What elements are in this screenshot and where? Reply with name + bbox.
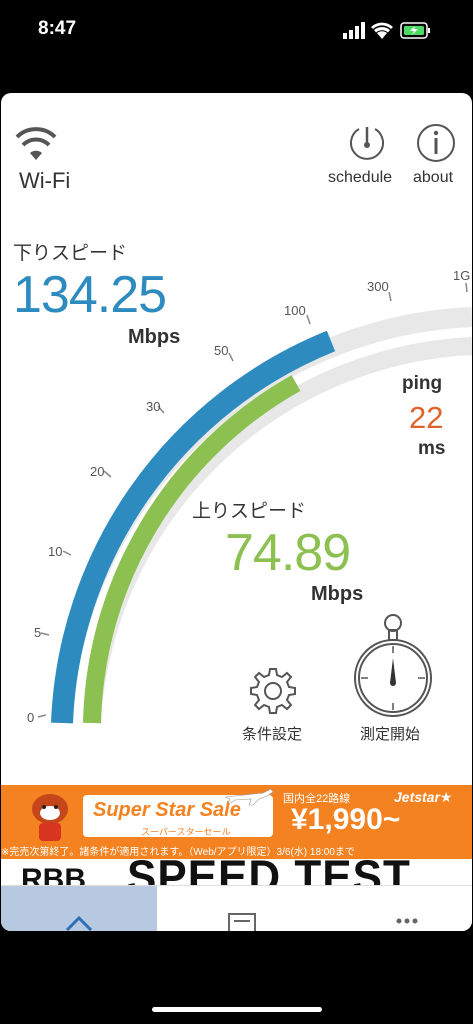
tab-history[interactable] xyxy=(201,886,281,931)
gauge-tick-label: 300 xyxy=(367,279,389,294)
gauge-tick-label: 10 xyxy=(48,544,63,559)
ad-brand: Jetstar★ xyxy=(394,789,453,805)
gauge-tick-label: 0 xyxy=(27,710,35,725)
tab-more[interactable] xyxy=(371,886,451,931)
ping-unit: ms xyxy=(418,438,446,459)
timer-icon xyxy=(350,127,384,160)
download-speed-value: 134.25 xyxy=(13,266,167,324)
ad-price: ¥1,990~ xyxy=(291,803,401,836)
start-measure-button[interactable]: 測定開始 xyxy=(351,613,435,745)
wifi-status-icon xyxy=(371,22,393,39)
tab-bar xyxy=(1,885,472,931)
gauge-tick-label: 30 xyxy=(146,399,161,414)
settings-button[interactable]: 条件設定 xyxy=(237,665,315,745)
about-button[interactable]: about xyxy=(413,123,465,191)
home-indicator xyxy=(152,1007,322,1012)
cellular-signal-icon xyxy=(343,22,365,39)
schedule-button[interactable]: schedule xyxy=(328,123,402,191)
app-window: 0 5 10 20 30 50 100 300 1G Wi-Fi schedul… xyxy=(1,93,472,931)
airplane-icon xyxy=(224,788,274,806)
tab-home[interactable] xyxy=(1,886,157,931)
stopwatch-icon xyxy=(354,614,432,717)
gear-icon xyxy=(250,668,296,714)
network-type-label: Wi-Fi xyxy=(19,168,71,193)
ping-value: 22 xyxy=(409,400,444,435)
download-title: 下りスピード xyxy=(13,243,128,264)
gauge-tick-label: 5 xyxy=(34,625,42,640)
gauge-tick-label: 1G xyxy=(453,268,471,283)
status-time: 8:47 xyxy=(38,18,77,39)
gauge-tick-label: 100 xyxy=(284,303,306,318)
wifi-icon xyxy=(15,127,57,160)
battery-icon xyxy=(400,22,430,39)
download-unit: Mbps xyxy=(128,326,181,348)
info-icon xyxy=(417,124,455,162)
status-icons xyxy=(343,22,430,39)
ad-headline: Super Star Sale xyxy=(93,799,241,821)
gauge-tick-label: 50 xyxy=(214,343,229,358)
gauge-tick-label: 20 xyxy=(90,464,105,479)
measure-label: 測定開始 xyxy=(360,726,421,743)
document-icon xyxy=(228,913,256,931)
ping-label: ping xyxy=(402,373,443,394)
mascot-icon xyxy=(32,794,68,841)
schedule-label: schedule xyxy=(328,169,393,186)
upload-unit: Mbps xyxy=(311,583,364,605)
settings-label: 条件設定 xyxy=(242,726,303,743)
status-bar: 8:47 xyxy=(0,0,473,60)
more-icon xyxy=(396,918,418,924)
upload-speed-value: 74.89 xyxy=(225,524,351,582)
upload-title: 上りスピード xyxy=(192,501,307,522)
ad-subheadline: スーパースターセール xyxy=(141,827,231,837)
about-label: about xyxy=(413,169,454,186)
home-icon xyxy=(65,915,93,931)
ad-banner[interactable]: Super Star Sale スーパースターセール 国内全22路線 Jetst… xyxy=(1,785,472,859)
